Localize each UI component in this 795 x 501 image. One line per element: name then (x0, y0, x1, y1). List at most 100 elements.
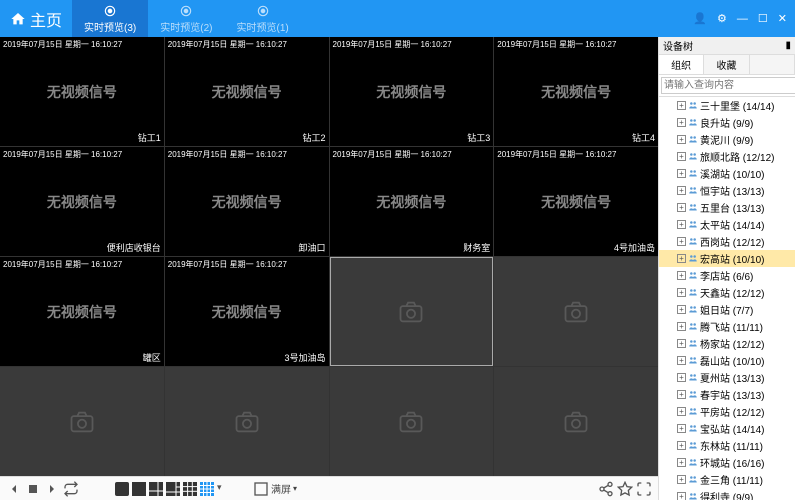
expand-toggle[interactable]: + (677, 135, 686, 144)
prev-page-icon[interactable] (6, 481, 22, 497)
user-icon[interactable]: 👤 (693, 12, 707, 25)
home-tab[interactable]: 主页 (0, 0, 72, 37)
expand-toggle[interactable]: + (677, 373, 686, 382)
expand-toggle[interactable]: + (677, 152, 686, 161)
expand-toggle[interactable]: + (677, 356, 686, 365)
video-cell[interactable] (494, 257, 658, 366)
close-button[interactable]: ✕ (778, 12, 787, 25)
tree-item[interactable]: +春宇站 (13/13) (659, 386, 795, 403)
expand-toggle[interactable]: + (677, 101, 686, 110)
expand-toggle[interactable]: + (677, 492, 686, 500)
tree-item[interactable]: +腾飞站 (11/11) (659, 318, 795, 335)
layout-16[interactable] (200, 482, 214, 496)
tree-item[interactable]: +平房站 (12/12) (659, 403, 795, 420)
video-cell[interactable]: 2019年07月15日 星期一 16:10:27无视频信号钻工1 (0, 37, 164, 146)
expand-toggle[interactable]: + (677, 407, 686, 416)
video-cell[interactable]: 2019年07月15日 星期一 16:10:27无视频信号钻工4 (494, 37, 658, 146)
tree-item[interactable]: +旅顺北路 (12/12) (659, 148, 795, 165)
next-page-icon[interactable] (44, 481, 60, 497)
preview-tab[interactable]: 实时预览(1) (224, 0, 300, 37)
device-tree[interactable]: +三十里堡 (14/14)+良升站 (9/9)+黄泥川 (9/9)+旅顺北路 (… (659, 97, 795, 500)
layout-4[interactable] (132, 482, 146, 496)
tree-item[interactable]: +环城站 (16/16) (659, 454, 795, 471)
layout-1[interactable] (115, 482, 129, 496)
tree-item[interactable]: +金三角 (11/11) (659, 471, 795, 488)
tree-item[interactable]: +太平站 (14/14) (659, 216, 795, 233)
sidebar-title: 设备树 ▮ (659, 37, 795, 55)
video-cell[interactable]: 2019年07月15日 星期一 16:10:27无视频信号罐区 (0, 257, 164, 366)
expand-toggle[interactable]: + (677, 322, 686, 331)
tree-item[interactable]: +天鑫站 (12/12) (659, 284, 795, 301)
station-icon (688, 492, 698, 501)
expand-toggle[interactable]: + (677, 339, 686, 348)
expand-toggle[interactable]: + (677, 186, 686, 195)
video-cell[interactable] (330, 257, 494, 366)
layout-more-icon[interactable]: ▾ (217, 482, 227, 496)
tree-item[interactable]: +良升站 (9/9) (659, 114, 795, 131)
layout-8[interactable] (166, 482, 180, 496)
sidebar-tabs: 组织 收藏 (659, 55, 795, 75)
expand-toggle[interactable]: + (677, 305, 686, 314)
sidebar-tab-blank[interactable] (750, 55, 795, 74)
video-cell[interactable]: 2019年07月15日 星期一 16:10:27无视频信号钻工2 (165, 37, 329, 146)
sidebar-tab-fav[interactable]: 收藏 (704, 55, 749, 74)
video-cell[interactable] (330, 367, 494, 476)
expand-toggle[interactable]: + (677, 169, 686, 178)
sidebar-tab-org[interactable]: 组织 (659, 55, 704, 74)
settings-icon[interactable]: ⚙ (717, 12, 727, 25)
tree-item[interactable]: + 黄泥川 (9/9) (659, 131, 795, 148)
loop-icon[interactable] (63, 481, 79, 497)
expand-toggle[interactable]: + (677, 237, 686, 246)
video-cell[interactable] (0, 367, 164, 476)
expand-toggle[interactable]: + (677, 390, 686, 399)
expand-toggle[interactable]: + (677, 254, 686, 263)
expand-toggle[interactable]: + (677, 441, 686, 450)
share-icon[interactable] (598, 481, 614, 497)
layout-9[interactable] (183, 482, 197, 496)
expand-toggle[interactable]: + (677, 203, 686, 212)
video-cell[interactable] (494, 367, 658, 476)
tree-item[interactable]: +东林站 (11/11) (659, 437, 795, 454)
tree-label: 黄泥川 (9/9) (700, 132, 753, 147)
expand-toggle[interactable]: + (677, 220, 686, 229)
video-cell[interactable]: 2019年07月15日 星期一 16:10:27无视频信号3号加油岛 (165, 257, 329, 366)
tree-item[interactable]: +三十里堡 (14/14) (659, 97, 795, 114)
expand-icon[interactable] (636, 481, 652, 497)
expand-toggle[interactable]: + (677, 288, 686, 297)
tree-item[interactable]: +溪湖站 (10/10) (659, 165, 795, 182)
layout-6[interactable] (149, 482, 163, 496)
expand-toggle[interactable]: + (677, 118, 686, 127)
maximize-button[interactable]: ☐ (758, 12, 768, 25)
station-icon (688, 288, 698, 298)
video-cell[interactable]: 2019年07月15日 星期一 16:10:27无视频信号便利店收银台 (0, 147, 164, 256)
preview-tab[interactable]: 实时预览(3) (72, 0, 148, 37)
preview-tab[interactable]: 实时预览(2) (148, 0, 224, 37)
tree-item[interactable]: +得利寺 (9/9) (659, 488, 795, 500)
video-cell[interactable]: 2019年07月15日 星期一 16:10:27无视频信号卸油口 (165, 147, 329, 256)
tree-item[interactable]: + 五里台 (13/13) (659, 199, 795, 216)
tree-item[interactable]: +宝弘站 (14/14) (659, 420, 795, 437)
star-icon[interactable] (617, 481, 633, 497)
video-cell[interactable]: 2019年07月15日 星期一 16:10:27无视频信号钻工3 (330, 37, 494, 146)
video-cell[interactable]: 2019年07月15日 星期一 16:10:27无视频信号财务室 (330, 147, 494, 256)
minimize-button[interactable]: — (737, 13, 748, 25)
tree-item[interactable]: +夏州站 (13/13) (659, 369, 795, 386)
tree-item[interactable]: +杨家站 (12/12) (659, 335, 795, 352)
tree-item[interactable]: +西岗站 (12/12) (659, 233, 795, 250)
expand-toggle[interactable]: + (677, 271, 686, 280)
tree-item[interactable]: +宏高站 (10/10) (659, 250, 795, 267)
expand-toggle[interactable]: + (677, 424, 686, 433)
tree-item[interactable]: +姐日站 (7/7) (659, 301, 795, 318)
stop-icon[interactable] (25, 481, 41, 497)
tree-label: 五里台 (13/13) (700, 200, 764, 215)
fullscreen-button[interactable]: 满屏 ▾ (253, 481, 297, 497)
tree-item[interactable]: +磊山站 (10/10) (659, 352, 795, 369)
tree-item[interactable]: +李店站 (6/6) (659, 267, 795, 284)
video-cell[interactable] (165, 367, 329, 476)
tree-item[interactable]: +恒宇站 (13/13) (659, 182, 795, 199)
expand-toggle[interactable]: + (677, 475, 686, 484)
search-input[interactable] (661, 77, 795, 94)
video-cell[interactable]: 2019年07月15日 星期一 16:10:27无视频信号4号加油岛 (494, 147, 658, 256)
sidebar-menu-icon[interactable]: ▮ (785, 40, 791, 51)
expand-toggle[interactable]: + (677, 458, 686, 467)
